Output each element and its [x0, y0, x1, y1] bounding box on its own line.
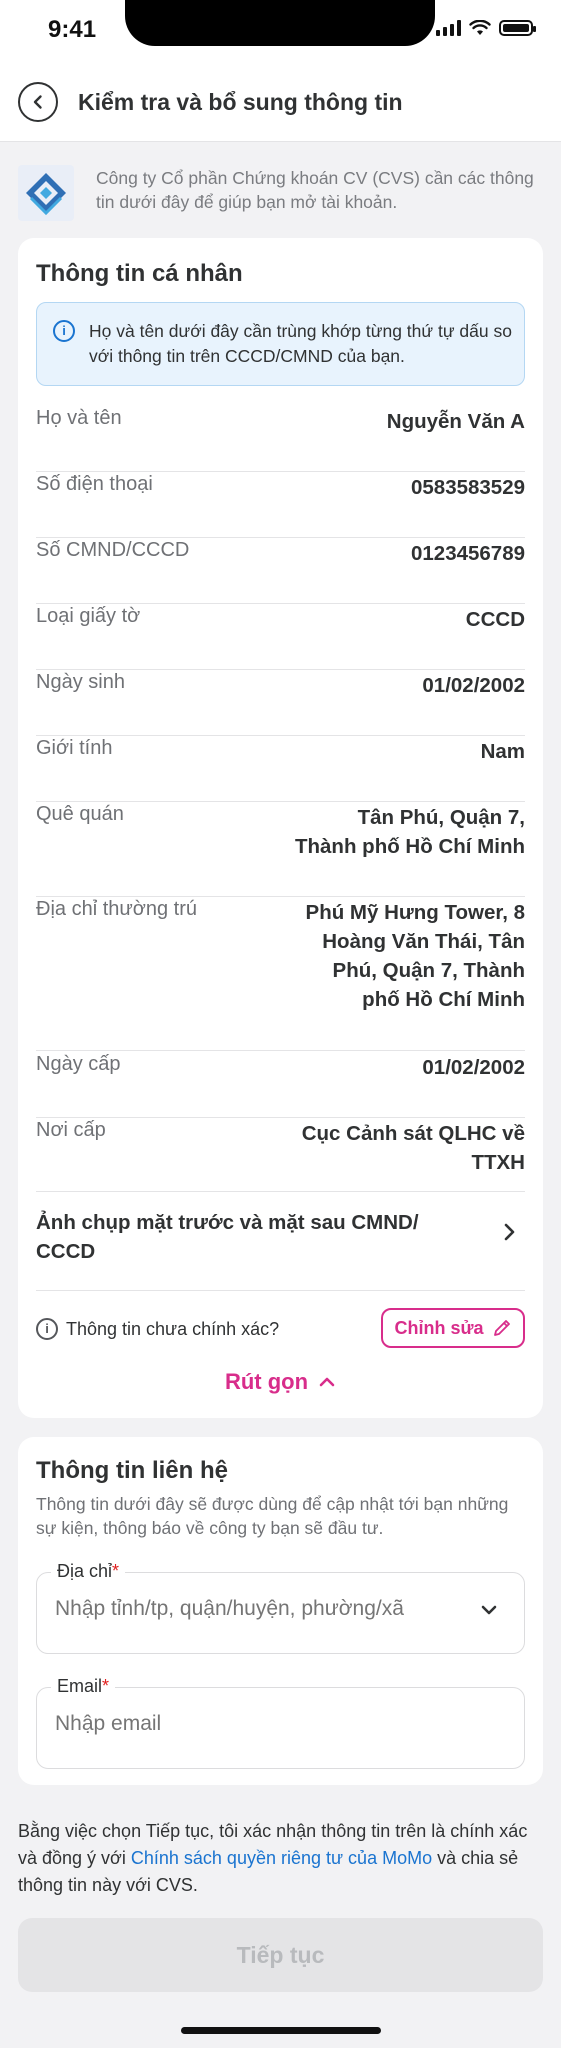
address-label: Địa chỉ*: [51, 1561, 126, 1582]
row-permanent-address: Địa chỉ thường trú Phú Mỹ Hưng Tower, 8 …: [36, 898, 525, 1051]
value-line: TTXH: [471, 1151, 525, 1174]
address-input[interactable]: [55, 1597, 475, 1621]
label-line: CCCD: [36, 1240, 96, 1263]
signal-icon: [436, 20, 461, 36]
continue-label: Tiếp tục: [236, 1941, 325, 1968]
contact-info-card: Thông tin liên hệ Thông tin dưới đây sẽ …: [18, 1437, 543, 1785]
app-header: Kiểm tra và bổ sung thông tin: [0, 62, 561, 142]
row-hometown: Quê quán Tân Phú, Quận 7, Thành phố Hồ C…: [36, 803, 525, 897]
row-label: Ngày cấp: [36, 1053, 121, 1075]
address-field[interactable]: Địa chỉ*: [36, 1561, 525, 1654]
continue-button[interactable]: Tiếp tục: [18, 1918, 543, 1992]
row-value: 0583583529: [410, 476, 525, 499]
row-value: 0123456789: [410, 542, 525, 565]
device-notch: [125, 0, 435, 46]
battery-icon: [499, 20, 536, 36]
incorrect-info-text: Thông tin chưa chính xác?: [66, 1319, 280, 1339]
intro-section: Công ty Cổ phần Chứng khoán CV (CVS) cần…: [18, 163, 543, 223]
consent-text: Bằng việc chọn Tiếp tục, tôi xác nhận th…: [18, 1818, 543, 1899]
value-line: phố Hồ Chí Minh: [362, 988, 525, 1011]
row-value: Nam: [480, 740, 525, 763]
page-title: Kiểm tra và bổ sung thông tin: [78, 89, 403, 115]
address-label-text: Địa chỉ: [57, 1561, 113, 1581]
row-value: Cục Cảnh sát QLHC về TTXH: [302, 1119, 525, 1177]
name-notice: i Họ và tên dưới đây cần trùng khớp từng…: [36, 302, 525, 386]
value-line: Phú Mỹ Hưng Tower, 8: [305, 901, 525, 924]
row-label: Họ và tên: [36, 407, 122, 429]
value-line: Cục Cảnh sát QLHC về: [301, 1122, 525, 1145]
email-field[interactable]: Email*: [36, 1676, 525, 1769]
row-gender: Giới tính Nam: [36, 737, 525, 802]
value-line: Phú, Quận 7, Thành: [332, 959, 525, 982]
info-icon: i: [36, 1318, 58, 1340]
info-icon: i: [53, 320, 75, 342]
row-label: Loại giấy tờ: [36, 605, 141, 627]
personal-info-title: Thông tin cá nhân: [36, 260, 243, 287]
row-label: Nơi cấp: [36, 1119, 106, 1141]
id-photo-row[interactable]: Ảnh chụp mặt trước và mặt sau CMND/ CCCD: [36, 1191, 525, 1291]
row-value: 01/02/2002: [422, 674, 525, 697]
row-id-number: Số CMND/CCCD 0123456789: [36, 539, 525, 604]
required-mark: *: [102, 1676, 110, 1696]
privacy-policy-link[interactable]: Chính sách quyền riêng tư của MoMo: [131, 1848, 432, 1868]
intro-text: Công ty Cổ phần Chứng khoán CV (CVS) cần…: [96, 168, 534, 212]
contact-info-title: Thông tin liên hệ: [36, 1457, 228, 1484]
row-value: Phú Mỹ Hưng Tower, 8 Hoàng Văn Thái, Tân…: [306, 898, 525, 1014]
collapse-label: Rút gọn: [224, 1369, 309, 1394]
wifi-icon: [469, 20, 491, 35]
row-label: Địa chỉ thường trú: [36, 898, 198, 920]
email-label: Email*: [51, 1676, 116, 1697]
chevron-up-icon: [319, 1377, 335, 1387]
row-birth-date: Ngày sinh 01/02/2002: [36, 671, 525, 736]
row-value: CCCD: [465, 608, 525, 631]
pencil-icon: [493, 1320, 510, 1336]
row-issue-place: Nơi cấp Cục Cảnh sát QLHC về TTXH: [36, 1119, 525, 1190]
edit-button[interactable]: Chỉnh sửa: [381, 1308, 525, 1348]
edit-label: Chỉnh sửa: [394, 1317, 484, 1338]
row-issue-date: Ngày cấp 01/02/2002: [36, 1053, 525, 1118]
row-label: Quê quán: [36, 803, 124, 825]
value-line: Tân Phú, Quận 7,: [357, 806, 525, 829]
company-logo: [18, 165, 74, 221]
contact-description: Thông tin dưới đây sẽ được dùng để cập n…: [36, 1494, 509, 1538]
row-label: Số CMND/CCCD: [36, 539, 190, 561]
row-label: Ngày sinh: [36, 671, 125, 693]
notice-text: Họ và tên dưới đây cần trùng khớp từng t…: [89, 321, 512, 366]
chevron-left-icon: [33, 95, 42, 109]
value-line: Thành phố Hồ Chí Minh: [294, 835, 525, 858]
id-photo-label: Ảnh chụp mặt trước và mặt sau CMND/ CCCD: [36, 1208, 456, 1266]
chevron-right-icon: [504, 1223, 515, 1241]
status-bar: 9:41: [0, 0, 561, 62]
personal-info-card: Thông tin cá nhân i Họ và tên dưới đây c…: [18, 238, 543, 1418]
incorrect-info-row: i Thông tin chưa chính xác? Chỉnh sửa: [36, 1308, 525, 1348]
label-line: Ảnh chụp mặt trước và mặt sau CMND/: [36, 1211, 419, 1234]
row-value: 01/02/2002: [422, 1056, 525, 1079]
row-phone: Số điện thoại 0583583529: [36, 473, 525, 538]
row-label: Giới tính: [36, 737, 113, 759]
chevron-down-icon: [481, 1605, 497, 1615]
email-input[interactable]: [55, 1712, 475, 1736]
row-label: Số điện thoại: [36, 473, 153, 495]
email-label-text: Email: [57, 1676, 103, 1696]
value-line: Hoàng Văn Thái, Tân: [322, 930, 525, 953]
status-icons: [436, 20, 536, 36]
row-value: Tân Phú, Quận 7, Thành phố Hồ Chí Minh: [295, 803, 525, 861]
row-full-name: Họ và tên Nguyễn Văn A: [36, 407, 525, 472]
status-time: 9:41: [48, 16, 97, 43]
required-mark: *: [112, 1561, 120, 1581]
back-button[interactable]: [18, 82, 58, 122]
row-document-type: Loại giấy tờ CCCD: [36, 605, 525, 670]
home-indicator: [181, 2027, 381, 2034]
row-value: Nguyễn Văn A: [386, 410, 525, 433]
collapse-button[interactable]: Rút gọn: [18, 1369, 543, 1395]
